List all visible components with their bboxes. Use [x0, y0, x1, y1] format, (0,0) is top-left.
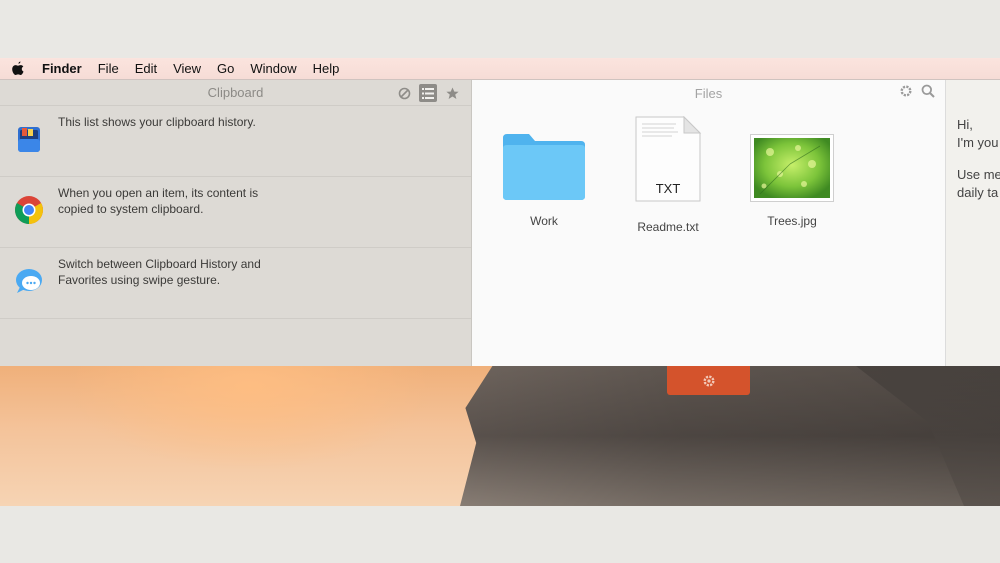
- file-name: Trees.jpg: [767, 214, 817, 228]
- clipboard-panel: Clipboard This list shows your clipboard…: [0, 80, 472, 366]
- clipboard-item-text: This list shows your clipboard history.: [58, 115, 256, 129]
- desktop-wallpaper: [0, 366, 1000, 506]
- menu-help[interactable]: Help: [305, 58, 348, 80]
- list-icon[interactable]: [419, 84, 437, 102]
- clipboard-toolbar: [395, 84, 461, 102]
- settings-tab-button[interactable]: [667, 366, 750, 395]
- assistant-message: Use me daily ta: [957, 166, 1000, 202]
- folder-icon: [499, 122, 589, 202]
- list-item[interactable]: When you open an item, its content is co…: [0, 177, 471, 248]
- menu-window[interactable]: Window: [242, 58, 304, 80]
- apple-icon: [11, 61, 23, 75]
- messages-icon: [16, 269, 42, 293]
- star-icon[interactable]: [443, 84, 461, 102]
- assistant-text: Use me: [957, 167, 1000, 182]
- assistant-greeting: Hi,: [957, 117, 973, 132]
- list-item[interactable]: Switch between Clipboard History and Fav…: [0, 248, 471, 319]
- assistant-intro: I'm you: [957, 135, 999, 150]
- files-panel: Files Work TXT Readme.txt Trees.jpg: [472, 80, 946, 366]
- assistant-text: daily ta: [957, 185, 999, 200]
- file-name: Readme.txt: [637, 220, 699, 234]
- menu-go[interactable]: Go: [209, 58, 242, 80]
- clipboard-header: Clipboard: [0, 80, 471, 106]
- list-item[interactable]: This list shows your clipboard history.: [0, 106, 471, 177]
- file-item-trees[interactable]: Trees.jpg: [730, 122, 854, 234]
- search-icon[interactable]: [921, 84, 935, 98]
- file-grid: Work TXT Readme.txt Trees.jpg: [472, 106, 945, 234]
- image-file-icon: [747, 122, 837, 202]
- assistant-message: Hi, I'm you: [957, 116, 1000, 152]
- menu-file[interactable]: File: [90, 58, 127, 80]
- file-item-work[interactable]: Work: [482, 122, 606, 234]
- file-item-readme[interactable]: TXT Readme.txt: [606, 116, 730, 234]
- clipboard-item-text: Switch between Clipboard History and Fav…: [58, 257, 261, 287]
- files-toolbar: [899, 84, 935, 98]
- assistant-panel: Hi, I'm you Use me daily ta: [946, 80, 1000, 366]
- clipboard-title: Clipboard: [207, 85, 264, 100]
- clear-icon[interactable]: [395, 84, 413, 102]
- files-header: Files: [472, 80, 945, 106]
- clipboard-item-text: When you open an item, its content is co…: [58, 186, 259, 216]
- menu-edit[interactable]: Edit: [127, 58, 165, 80]
- gear-icon[interactable]: [899, 84, 913, 98]
- clipboard-list: This list shows your clipboard history. …: [0, 106, 471, 319]
- menu-view[interactable]: View: [165, 58, 209, 80]
- gear-icon: [702, 374, 715, 387]
- chrome-icon: [15, 196, 43, 224]
- menu-bar: Finder File Edit View Go Window Help: [0, 58, 1000, 80]
- clipboard-app-icon: [18, 127, 40, 152]
- menu-finder[interactable]: Finder: [34, 58, 90, 80]
- text-file-icon: TXT: [623, 116, 713, 202]
- apple-menu[interactable]: [0, 61, 34, 76]
- files-title: Files: [694, 85, 723, 101]
- file-type-badge: TXT: [655, 181, 681, 196]
- file-name: Work: [530, 214, 558, 228]
